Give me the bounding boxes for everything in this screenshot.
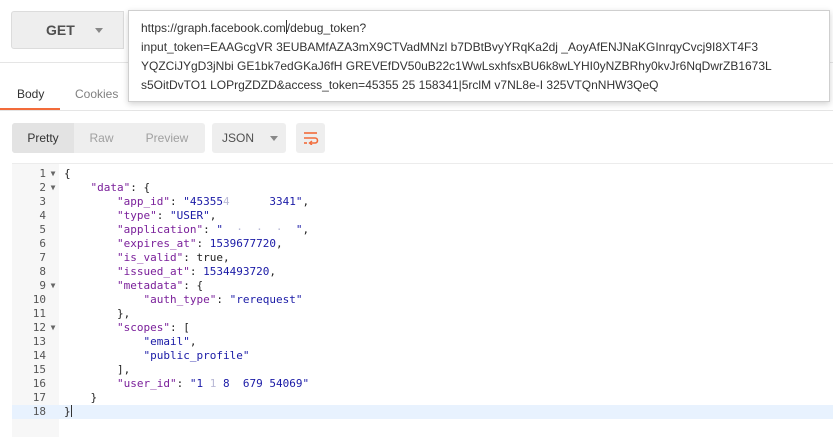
code-text: } <box>64 391 98 404</box>
code-text: ], <box>64 363 131 376</box>
url-line-1a: https://graph.facebook.com <box>141 21 286 35</box>
line-number: 5 <box>39 223 46 236</box>
code-text: }, <box>64 307 131 320</box>
code-line: 5 "application": " · · · ", <box>12 223 833 237</box>
code-line: 4 "type": "USER", <box>12 209 833 223</box>
code-line: 8 "issued_at": 1534493720, <box>12 265 833 279</box>
line-number: 14 <box>32 349 46 362</box>
url-line: https://graph.facebook.com/debug_token? <box>141 19 819 38</box>
url-input[interactable]: https://graph.facebook.com/debug_token? … <box>128 10 830 102</box>
code-line: 15 ], <box>12 363 833 377</box>
divider <box>0 110 833 111</box>
code-line: 9 ▼ "metadata": { <box>12 279 833 293</box>
code-line: 10 "auth_type": "rerequest" <box>12 293 833 307</box>
line-number: 9 <box>39 279 46 292</box>
code-text: { <box>64 167 71 180</box>
code-line: 6 "expires_at": 1539677720, <box>12 237 833 251</box>
url-line-1b: /debug_token? <box>286 21 367 35</box>
code-text: "auth_type": "rerequest" <box>143 293 303 306</box>
code-line: 1 ▼ { <box>12 167 833 181</box>
method-dropdown[interactable]: GET <box>11 11 124 49</box>
fold-toggle-icon[interactable]: ▼ <box>49 279 57 293</box>
code-line: 11 }, <box>12 307 833 321</box>
response-body-editor[interactable]: 1 ▼{2 ▼ "data": {3 "app_id": "453554 3341"… <box>12 163 833 437</box>
view-pretty-button[interactable]: Pretty <box>12 123 74 153</box>
line-number: 1 <box>39 167 46 180</box>
code-text: "email", <box>143 335 197 348</box>
code-line: 16 "user_id": "1 1 8 679 54069" <box>12 377 833 391</box>
code-line: 2 ▼ "data": { <box>12 181 833 195</box>
code-text: } <box>64 405 72 418</box>
fold-toggle-icon[interactable]: ▼ <box>49 167 57 181</box>
code-text: "app_id": "453554 3341", <box>116 195 310 208</box>
line-number: 4 <box>39 209 46 222</box>
line-number: 15 <box>32 363 46 376</box>
code-text: "user_id": "1 1 8 679 54069" <box>116 377 310 390</box>
code-text: "expires_at": 1539677720, <box>116 237 283 250</box>
code-text: "application": " · · · ", <box>116 223 310 236</box>
code-line: 12 ▼ "scopes": [ <box>12 321 833 335</box>
code-line: 14 "public_profile" <box>12 349 833 363</box>
line-number: 16 <box>32 377 46 390</box>
line-number: 2 <box>39 181 46 194</box>
line-number: 18 <box>32 405 46 418</box>
view-mode-selector: Pretty Raw Preview <box>12 123 205 153</box>
line-number: 6 <box>39 237 46 250</box>
text-cursor <box>70 405 72 417</box>
code-text: "data": { <box>90 181 151 194</box>
line-number: 11 <box>32 307 46 320</box>
line-number: 17 <box>32 391 46 404</box>
code-line: 18} <box>12 405 833 419</box>
chevron-down-icon <box>94 27 103 33</box>
view-preview-button[interactable]: Preview <box>129 123 205 153</box>
fold-toggle-icon[interactable]: ▼ <box>49 321 57 335</box>
url-line: input_token=EAAGcgVR 3EUBAMfAZA3mX9CTVad… <box>141 40 759 54</box>
line-number: 10 <box>32 293 46 306</box>
line-number: 13 <box>32 335 46 348</box>
line-number: 8 <box>39 265 46 278</box>
chevron-down-icon <box>270 135 279 141</box>
code-line: 13 "email", <box>12 335 833 349</box>
code-text: "type": "USER", <box>116 209 217 222</box>
code-text: "public_profile" <box>143 349 250 362</box>
url-line: YQZCiJYgD3jNbi GE1bk7edGKaJ6fH GREVEfDV5… <box>141 59 772 73</box>
code-line: 7 "is_valid": true, <box>12 251 833 265</box>
code-text: "metadata": { <box>116 279 204 292</box>
code-line: 3 "app_id": "453554 3341", <box>12 195 833 209</box>
code-text: "scopes": [ <box>116 321 190 334</box>
view-raw-button[interactable]: Raw <box>74 123 129 153</box>
wrap-icon <box>303 132 318 145</box>
code-line: 17 } <box>12 391 833 405</box>
code-text: "issued_at": 1534493720, <box>116 265 276 278</box>
line-number: 7 <box>39 251 46 264</box>
format-label: JSON <box>222 131 255 145</box>
line-number: 3 <box>39 195 46 208</box>
tab-cookies[interactable]: Cookies <box>75 80 118 108</box>
method-label: GET <box>46 22 75 38</box>
url-line: s5OitDvTO1 LOPrgZDZD&access_token=45355 … <box>141 78 659 92</box>
tab-body[interactable]: Body <box>17 80 44 108</box>
fold-toggle-icon[interactable]: ▼ <box>49 181 57 195</box>
line-number: 12 <box>32 321 46 334</box>
code-text: "is_valid": true, <box>116 251 230 264</box>
format-dropdown[interactable]: JSON <box>212 123 286 153</box>
wrap-lines-button[interactable] <box>296 123 325 153</box>
